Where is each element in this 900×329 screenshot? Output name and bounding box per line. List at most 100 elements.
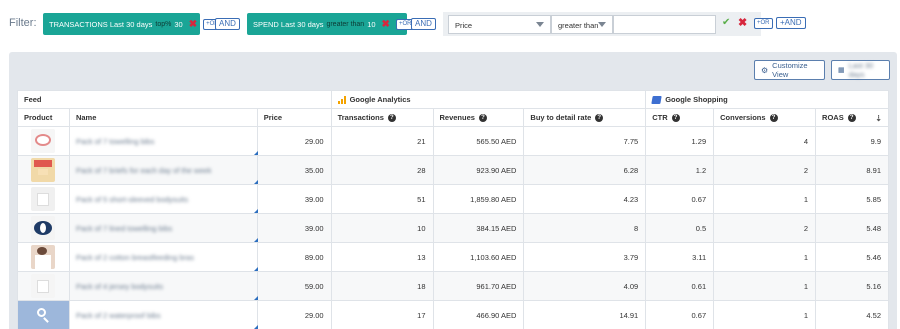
- product-name-cell[interactable]: Pack of 7 towelling bibs: [68, 126, 258, 156]
- col-transactions[interactable]: Transactions?: [330, 108, 434, 127]
- product-thumbnail-cell: [17, 271, 70, 301]
- transactions-cell: 17: [330, 300, 434, 329]
- col-name[interactable]: Name: [68, 108, 258, 127]
- and-button[interactable]: AND: [411, 18, 436, 30]
- help-icon[interactable]: ?: [387, 114, 396, 122]
- buy-to-detail-cell: 6.28: [523, 155, 647, 185]
- table-row[interactable]: Pack of 2 waterproof bibs 29.00 17 466.90 A…: [17, 300, 889, 329]
- remove-filter-icon[interactable]: ✖: [382, 19, 390, 30]
- chevron-down-icon: [536, 22, 544, 27]
- product-name-cell[interactable]: Pack of 5 short-sleeved bodysuits: [68, 184, 258, 214]
- filter-chip-transactions[interactable]: TRANSACTIONS Last 30 days top% 30 ✖ +OR: [43, 13, 222, 35]
- table-row[interactable]: Pack of 7 lined towelling bibs 39.00 10 384…: [17, 213, 889, 243]
- table-row[interactable]: Pack of 5 short-sleeved bodysuits 39.00 51…: [17, 184, 889, 214]
- col-price[interactable]: Price: [256, 108, 332, 127]
- table-row[interactable]: Pack of 2 cotton breastfeeding bras 89.00…: [17, 242, 889, 272]
- help-icon[interactable]: ?: [478, 114, 487, 122]
- conversions-cell: 1: [713, 242, 817, 272]
- col-ctr[interactable]: CTR?: [645, 108, 715, 127]
- col-revenues[interactable]: Revenues?: [432, 108, 525, 127]
- buy-to-detail-cell: 8: [523, 213, 647, 243]
- product-name-cell[interactable]: Pack of 2 waterproof bibs: [68, 300, 258, 329]
- group-google-analytics-label: Google Analytics: [349, 94, 411, 104]
- revenues-cell: 384.15 AED: [432, 213, 525, 243]
- price-cell: 29.00: [256, 300, 332, 329]
- ctr-cell: 1.2: [645, 155, 715, 185]
- conversions-cell: 4: [713, 126, 817, 156]
- operator-select-value: greater than: [558, 21, 599, 30]
- ctr-cell: 0.5: [645, 213, 715, 243]
- group-google-shopping: Google Shopping: [645, 90, 889, 109]
- conversions-cell: 1: [713, 300, 817, 329]
- calendar-icon: ▦: [838, 67, 845, 74]
- product-thumbnail-cell: [17, 155, 70, 185]
- col-ctr-label: CTR: [652, 112, 668, 122]
- product-name-cell[interactable]: Pack of 2 cotton breastfeeding bras: [68, 242, 258, 272]
- transactions-cell: 28: [330, 155, 434, 185]
- filter-builder: Price greater than: [443, 12, 761, 36]
- add-and-button[interactable]: +AND: [776, 17, 806, 29]
- ctr-cell: 0.67: [645, 300, 715, 329]
- product-thumbnail: [31, 187, 56, 211]
- conversions-cell: 1: [713, 271, 817, 301]
- chip-operator: top%: [155, 20, 172, 28]
- col-roas[interactable]: ROAS? ⇣: [815, 108, 889, 127]
- or-button[interactable]: +OR: [754, 18, 773, 29]
- group-google-shopping-label: Google Shopping: [665, 94, 728, 104]
- cancel-x-icon[interactable]: ✖: [738, 16, 747, 29]
- product-thumbnail-cell: [17, 184, 70, 214]
- remove-filter-icon[interactable]: ✖: [189, 19, 197, 30]
- date-range-button[interactable]: ▦ Last 30 days: [831, 60, 890, 80]
- chip-metric: SPEND Last 30 days: [253, 19, 324, 29]
- customize-view-button[interactable]: ⚙ Customize View: [754, 60, 825, 80]
- product-name: Pack of 2 cotton breastfeeding bras: [75, 252, 194, 262]
- table-row[interactable]: Pack of 7 briefs for each day of the wee…: [17, 155, 889, 185]
- product-name-cell[interactable]: Pack of 7 lined towelling bibs: [68, 213, 258, 243]
- revenues-cell: 1,859.80 AED: [432, 184, 525, 214]
- google-analytics-icon: [337, 96, 346, 104]
- roas-cell: 5.85: [815, 184, 889, 214]
- product-thumbnail: [31, 216, 56, 240]
- help-icon[interactable]: ?: [847, 114, 856, 122]
- product-name-cell[interactable]: Pack of 4 jersey bodysuits: [68, 271, 258, 301]
- help-icon[interactable]: ?: [769, 114, 778, 122]
- apply-check-icon[interactable]: ✔: [722, 17, 730, 28]
- field-select[interactable]: Price: [448, 15, 551, 34]
- help-icon[interactable]: ?: [595, 114, 604, 122]
- roas-cell: 9.9: [815, 126, 889, 156]
- price-cell: 39.00: [256, 213, 332, 243]
- product-thumbnail-cell: [17, 300, 70, 329]
- and-button[interactable]: AND: [215, 18, 240, 30]
- col-product[interactable]: Product: [17, 108, 70, 127]
- product-name: Pack of 5 short-sleeved bodysuits: [75, 194, 189, 204]
- search-icon[interactable]: [31, 303, 56, 327]
- filter-bar: Filter: TRANSACTIONS Last 30 days top% 3…: [0, 0, 900, 48]
- col-buy-to-detail[interactable]: Buy to detail rate?: [523, 108, 647, 127]
- col-revenues-label: Revenues: [439, 112, 475, 122]
- ctr-cell: 1.29: [645, 126, 715, 156]
- transactions-cell: 21: [330, 126, 434, 156]
- product-thumbnail-cell: [17, 242, 70, 272]
- product-name: Pack of 7 towelling bibs: [75, 136, 155, 146]
- chip-value: 10: [367, 19, 376, 29]
- table-row[interactable]: Pack of 4 jersey bodysuits 59.00 18 961.70 …: [17, 271, 889, 301]
- product-name-cell[interactable]: Pack of 7 briefs for each day of the wee…: [68, 155, 258, 185]
- revenues-cell: 923.90 AED: [432, 155, 525, 185]
- filter-chip-spend[interactable]: SPEND Last 30 days greater than 10 ✖ +OR: [247, 13, 415, 35]
- group-feed: Feed: [17, 90, 332, 109]
- transactions-cell: 10: [330, 213, 434, 243]
- revenues-cell: 565.50 AED: [432, 126, 525, 156]
- col-conversions-label: Conversions: [720, 112, 766, 122]
- chip-value: 30: [174, 19, 183, 29]
- col-roas-label: ROAS: [822, 112, 844, 122]
- product-thumbnail: [31, 129, 56, 153]
- help-icon[interactable]: ?: [671, 114, 680, 122]
- operator-select[interactable]: greater than: [551, 15, 613, 34]
- col-conversions[interactable]: Conversions?: [713, 108, 817, 127]
- buy-to-detail-cell: 4.23: [523, 184, 647, 214]
- col-transactions-label: Transactions: [337, 112, 384, 122]
- roas-cell: 5.16: [815, 271, 889, 301]
- value-input[interactable]: [613, 15, 716, 34]
- sort-desc-icon[interactable]: ⇣: [875, 114, 882, 123]
- table-row[interactable]: Pack of 7 towelling bibs 29.00 21 565.50 AE…: [17, 126, 889, 156]
